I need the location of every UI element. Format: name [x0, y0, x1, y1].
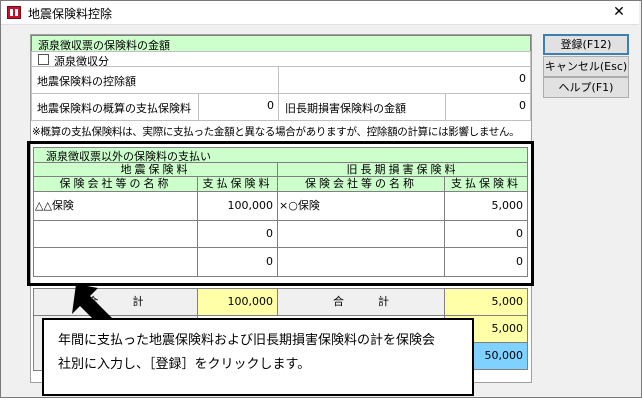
note-text: ※概算の支払保険料は、実際に支払った金額と異なる場合がありますが、控除額の計算に…: [32, 126, 520, 138]
cancel-button[interactable]: キャンセル(Esc): [543, 56, 629, 77]
deduction-value: 0: [278, 66, 531, 94]
estimate-label-cell: 地震保険料の概算の支払保険料: [31, 93, 199, 121]
estimate-value: 0: [198, 93, 279, 121]
register-button[interactable]: 登録(F12): [543, 34, 629, 55]
old-total-label-cell: 合計: [277, 288, 445, 316]
withholding-checkbox[interactable]: [38, 54, 49, 65]
estimate-label: 地震保険料の概算の支払保険料: [37, 102, 191, 115]
old-total-value: 5,000: [444, 288, 528, 316]
callout-line-1: 年間に支払った地震保険料および旧長期損害保険料の計を保険会: [58, 333, 436, 348]
window-title: 地震保険料控除: [28, 7, 113, 21]
old-amount-label-cell: 旧長期損害保険料の金額: [278, 93, 446, 121]
app-icon: [7, 6, 21, 19]
old-total-label: 合計: [333, 295, 423, 308]
old-amount-label: 旧長期損害保険料の金額: [285, 102, 406, 115]
callout-line-2: 社別に入力し、［登録］をクリックします。: [58, 357, 311, 372]
withholding-header-label: 源泉徴収票の保険料の金額: [38, 39, 170, 52]
close-icon[interactable]: ✕: [608, 3, 630, 21]
instruction-callout: 年間に支払った地震保険料および旧長期損害保険料の計を保険会 社別に入力し、［登録…: [42, 318, 474, 396]
withholding-header: 源泉徴収票の保険料の金額: [31, 35, 531, 52]
old-amount-value: 0: [445, 93, 531, 121]
deduction-label-cell: 地震保険料の控除額: [31, 66, 279, 94]
withholding-checkbox-label: 源泉徴収分: [54, 55, 109, 67]
withholding-checkbox-row: 源泉徴収分: [31, 51, 531, 67]
deduction-label: 地震保険料の控除額: [37, 75, 136, 88]
quake-total-value: 100,000: [197, 288, 278, 316]
help-button[interactable]: ヘルプ(F1): [543, 77, 629, 98]
highlight-frame: [27, 141, 534, 286]
